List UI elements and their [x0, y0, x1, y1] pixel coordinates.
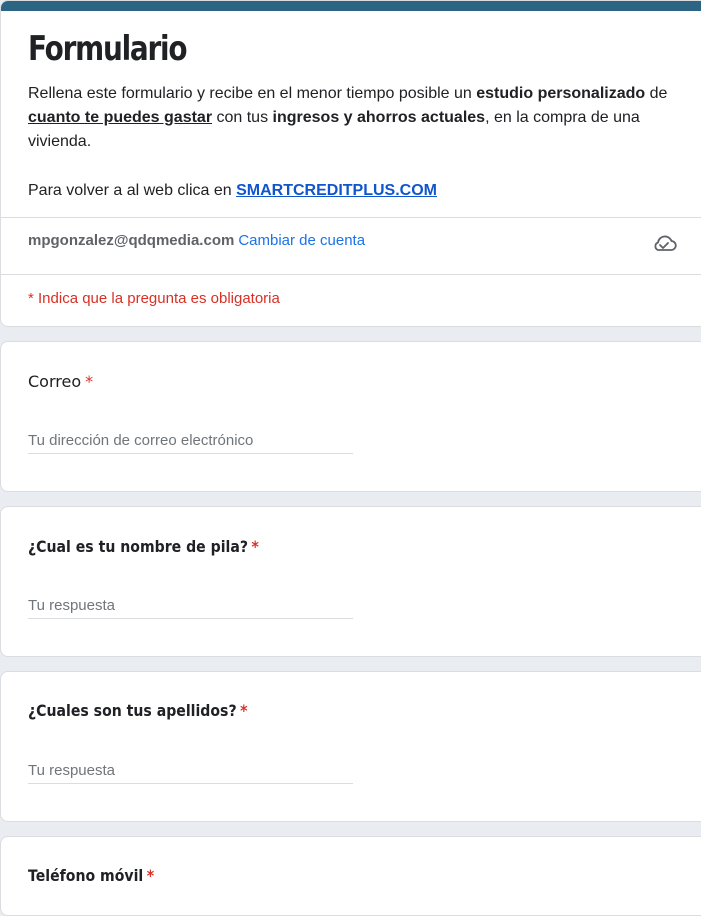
required-star: *	[85, 372, 94, 391]
question-label-text: Correo	[28, 372, 82, 391]
description-bold: estudio personalizado	[476, 85, 646, 102]
question-card-phone: Teléfono móvil *	[0, 836, 701, 916]
question-label-text: Teléfono móvil	[28, 866, 144, 885]
last-name-field[interactable]	[28, 757, 353, 784]
description-bold: ingresos y ahorros actuales	[272, 109, 486, 126]
question-card-email: Correo *	[0, 341, 701, 492]
question-card-last-name: ¿Cuales son tus apellidos? *	[0, 671, 701, 822]
first-name-field[interactable]	[28, 592, 353, 619]
description-text: con tus	[212, 109, 273, 126]
description-text: de	[645, 85, 668, 102]
switch-account-link[interactable]: Cambiar de cuenta	[238, 232, 365, 249]
form-header-card: Formulario Rellena este formulario y rec…	[0, 0, 701, 327]
back-line: Para volver a al web clica en SMARTCREDI…	[28, 179, 437, 203]
back-text: Para volver a al web clica en	[28, 182, 237, 199]
description-text: Rellena este formulario y recibe en el m…	[28, 85, 477, 102]
required-note: * Indica que la pregunta es obligatoria	[28, 290, 280, 307]
question-label: Teléfono móvil *	[28, 864, 154, 888]
required-star: *	[240, 701, 248, 720]
required-star: *	[146, 866, 155, 885]
question-label: ¿Cuales son tus apellidos? *	[28, 699, 248, 723]
form-title: Formulario	[28, 29, 187, 69]
question-label: Correo *	[28, 370, 93, 394]
divider	[1, 274, 701, 275]
account-email: mpgonzalez@qdqmedia.com	[28, 232, 235, 249]
account-line: mpgonzalez@qdqmedia.com Cambiar de cuenta	[28, 230, 365, 252]
email-field[interactable]	[28, 427, 353, 454]
question-label-text: ¿Cuales son tus apellidos?	[28, 701, 237, 720]
form-description: Rellena este formulario y recibe en el m…	[28, 82, 668, 154]
required-star: *	[251, 537, 259, 556]
question-label: ¿Cual es tu nombre de pila? *	[28, 535, 259, 559]
question-card-first-name: ¿Cual es tu nombre de pila? *	[0, 506, 701, 657]
description-underline: cuanto te puedes gastar	[28, 109, 213, 126]
divider	[1, 217, 701, 218]
cloud-check-icon[interactable]	[651, 233, 677, 253]
form-accent-bar	[1, 1, 701, 11]
question-label-text: ¿Cual es tu nombre de pila?	[28, 537, 249, 556]
smartcreditplus-link[interactable]: SMARTCREDITPLUS.COM	[236, 182, 437, 199]
